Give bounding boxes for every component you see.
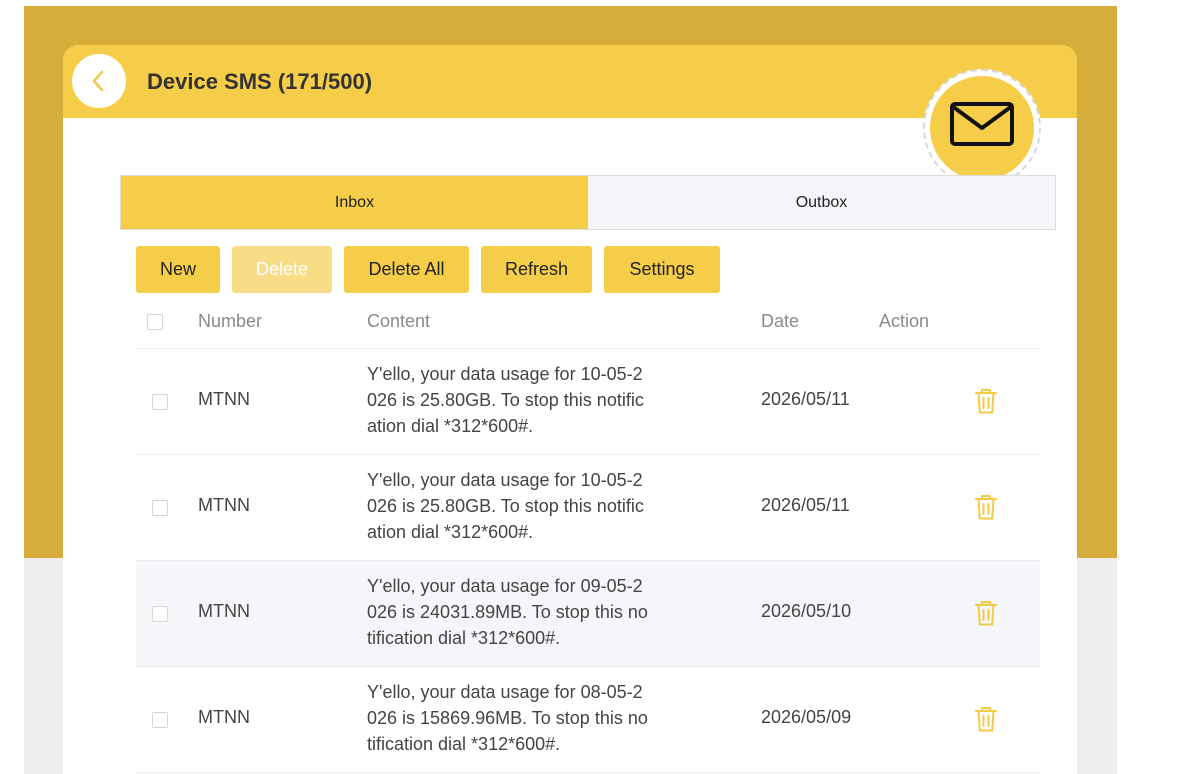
trash-icon[interactable]: [974, 599, 998, 627]
message-date: 2026/05/10: [761, 601, 852, 621]
card-header: Device SMS (171/500): [63, 45, 1077, 118]
page-title: Device SMS (171/500): [147, 69, 373, 94]
envelope-icon: [950, 102, 1014, 146]
table-row[interactable]: MTNN Y'ello, your data usage for 10-05-2…: [136, 455, 1040, 561]
column-header-date: Date: [761, 311, 800, 331]
message-content: Y'ello, your data usage for 09-05-2 026 …: [367, 576, 648, 648]
sender-number: MTNN: [198, 389, 250, 409]
message-content: Y'ello, your data usage for 08-05-2 026 …: [367, 682, 648, 754]
table-row[interactable]: MTNN Y'ello, your data usage for 10-05-2…: [136, 349, 1040, 455]
select-all-checkbox[interactable]: [147, 314, 163, 330]
column-header-action: Action: [879, 311, 930, 331]
mail-badge-circle: [930, 76, 1034, 180]
message-tabs: Inbox Outbox: [120, 175, 1056, 230]
back-button[interactable]: [72, 54, 126, 108]
trash-icon[interactable]: [974, 387, 998, 415]
row-checkbox[interactable]: [152, 394, 168, 410]
sender-number: MTNN: [198, 601, 250, 621]
delete-button[interactable]: Delete: [232, 246, 332, 293]
table-body: MTNN Y'ello, your data usage for 10-05-2…: [136, 349, 1040, 773]
table-row[interactable]: MTNN Y'ello, your data usage for 09-05-2…: [136, 561, 1040, 667]
message-content: Y'ello, your data usage for 10-05-2 026 …: [367, 470, 644, 542]
sender-number: MTNN: [198, 495, 250, 515]
toolbar: New Delete Delete All Refresh Settings: [136, 246, 720, 293]
table-header: Number Content Date Action: [136, 297, 1040, 349]
sms-card: Device SMS (171/500) Inbox Outbox New De…: [63, 45, 1077, 774]
trash-icon[interactable]: [974, 705, 998, 733]
delete-all-button[interactable]: Delete All: [344, 246, 469, 293]
mail-badge: [923, 69, 1041, 187]
row-checkbox[interactable]: [152, 500, 168, 516]
tab-outbox[interactable]: Outbox: [588, 176, 1055, 229]
new-button[interactable]: New: [136, 246, 220, 293]
message-content: Y'ello, your data usage for 10-05-2 026 …: [367, 364, 644, 436]
table-row[interactable]: MTNN Y'ello, your data usage for 08-05-2…: [136, 667, 1040, 773]
message-date: 2026/05/11: [761, 389, 850, 409]
trash-icon[interactable]: [974, 493, 998, 521]
chevron-left-icon: [92, 70, 104, 92]
refresh-button[interactable]: Refresh: [481, 246, 592, 293]
column-header-content: Content: [367, 311, 431, 331]
message-date: 2026/05/09: [761, 707, 852, 727]
settings-button[interactable]: Settings: [604, 246, 720, 293]
sender-number: MTNN: [198, 707, 250, 727]
sms-table: Number Content Date Action MTNN Y'ello, …: [136, 297, 1040, 773]
tab-inbox[interactable]: Inbox: [121, 176, 588, 229]
column-header-number: Number: [198, 311, 263, 331]
row-checkbox[interactable]: [152, 712, 168, 728]
row-checkbox[interactable]: [152, 606, 168, 622]
message-date: 2026/05/11: [761, 495, 850, 515]
